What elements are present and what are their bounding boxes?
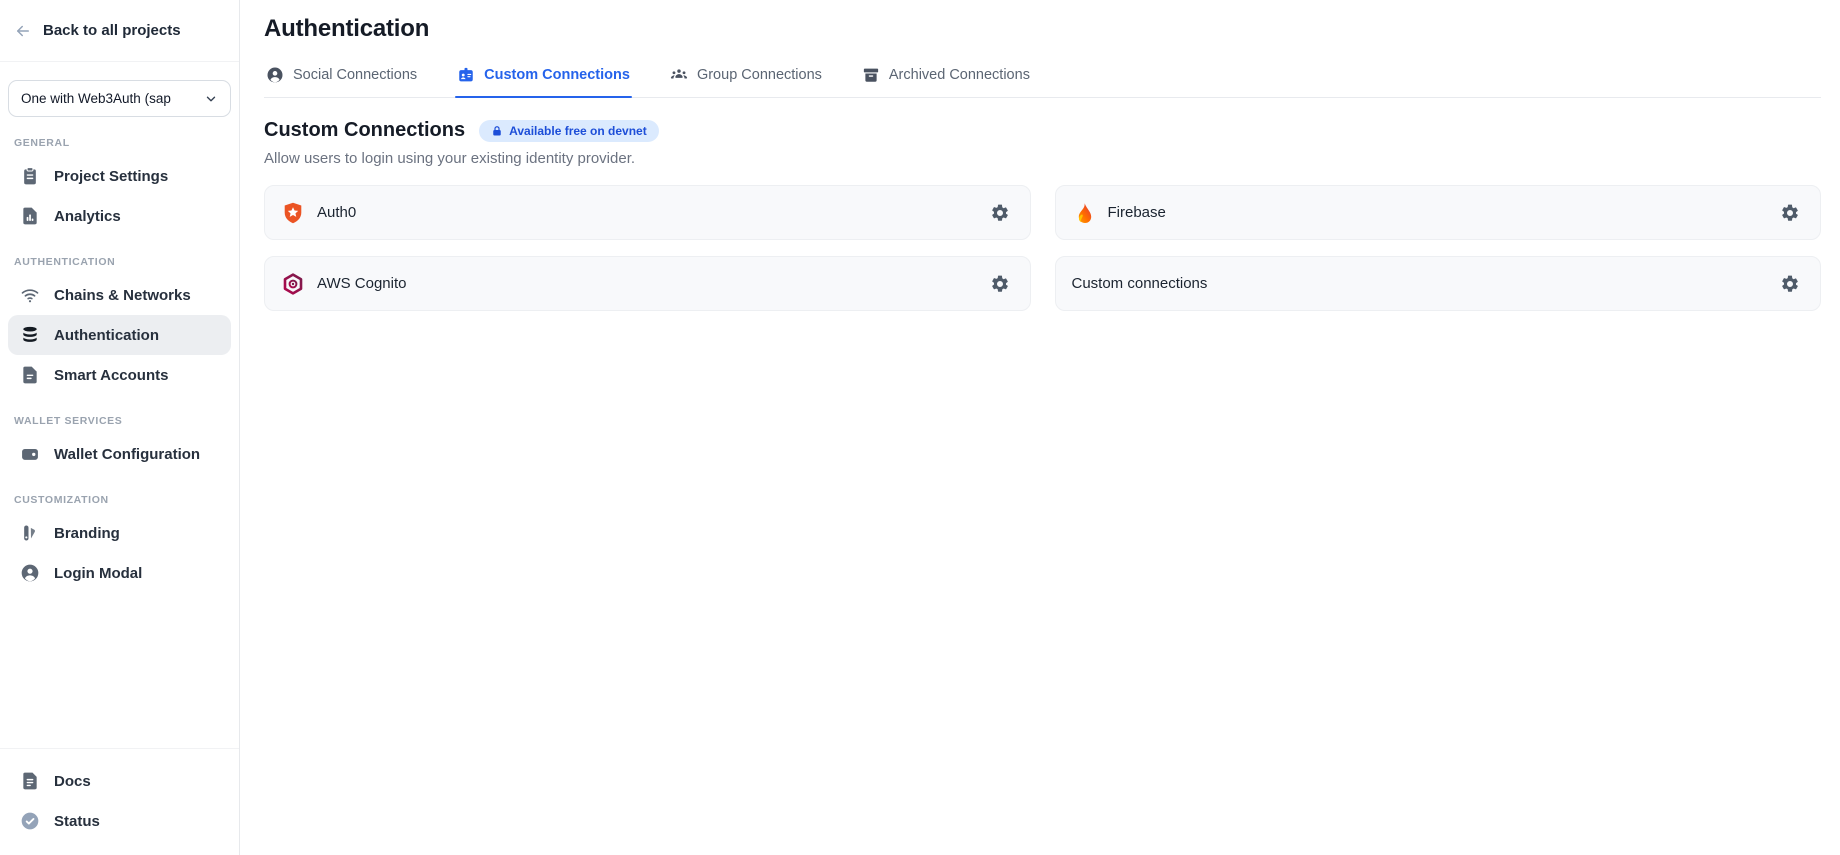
tab-group-connections[interactable]: Group Connections <box>668 64 824 97</box>
sidebar-item-label: Smart Accounts <box>54 367 168 384</box>
tab-label: Custom Connections <box>484 67 630 83</box>
gear-icon <box>990 203 1010 223</box>
connection-card-custom-connections[interactable]: Custom connections <box>1055 256 1822 311</box>
wifi-icon <box>20 285 40 305</box>
sidebar-item-branding[interactable]: Branding <box>8 513 231 553</box>
tab-label: Archived Connections <box>889 67 1030 83</box>
section-heading-row: Custom Connections Available free on dev… <box>264 119 1821 142</box>
sidebar-item-smart-accounts[interactable]: Smart Accounts <box>8 355 231 395</box>
sidebar-item-project-settings[interactable]: Project Settings <box>8 156 231 196</box>
sidebar-section-label-authentication: AUTHENTICATION <box>14 256 225 268</box>
auth0-icon <box>281 201 305 225</box>
sidebar-footer-item-label: Status <box>54 813 100 830</box>
connection-card-label: Firebase <box>1108 204 1166 221</box>
connection-card-firebase[interactable]: Firebase <box>1055 185 1822 240</box>
back-to-projects-link[interactable]: Back to all projects <box>43 22 181 39</box>
sidebar-item-wallet-configuration[interactable]: Wallet Configuration <box>8 434 231 474</box>
database-icon <box>20 325 40 345</box>
person-circle-icon <box>266 66 284 84</box>
sidebar-item-authentication[interactable]: Authentication <box>8 315 231 355</box>
sidebar-section-label-customization: CUSTOMIZATION <box>14 494 225 506</box>
file-icon <box>20 365 40 385</box>
sidebar-nav: GENERAL Project Settings Analytics AUTHENTI… <box>8 137 231 593</box>
lock-icon <box>491 125 503 137</box>
connection-card-label: AWS Cognito <box>317 275 406 292</box>
section-description: Allow users to login using your existing… <box>264 150 1821 167</box>
sidebar-item-label: Authentication <box>54 327 159 344</box>
sidebar-body: One with Web3Auth (sap GENERAL Project Se… <box>0 62 239 748</box>
sidebar-section-label-general: GENERAL <box>14 137 225 149</box>
aws-cognito-icon <box>281 272 305 296</box>
sidebar-item-label: Project Settings <box>54 168 168 185</box>
devnet-badge: Available free on devnet <box>479 120 659 142</box>
gear-icon <box>1780 203 1800 223</box>
tab-label: Group Connections <box>697 67 822 83</box>
sidebar: Back to all projects One with Web3Auth (… <box>0 0 240 855</box>
page-title: Authentication <box>264 15 1821 43</box>
sidebar-footer-item-status[interactable]: Status <box>8 801 231 841</box>
firebase-icon <box>1072 201 1096 225</box>
analytics-icon <box>20 206 40 226</box>
back-arrow-icon <box>14 22 32 40</box>
tab-label: Social Connections <box>293 67 417 83</box>
sidebar-item-label: Wallet Configuration <box>54 446 200 463</box>
tab-bar: Social Connections Custom Connections Grou… <box>264 64 1821 98</box>
app-root: Back to all projects One with Web3Auth (… <box>0 0 1840 855</box>
connection-card-label: Custom connections <box>1072 275 1208 292</box>
clipboard-icon <box>20 166 40 186</box>
main-content: Authentication Social Connections Custom … <box>240 0 1840 855</box>
sidebar-item-label: Login Modal <box>54 565 142 582</box>
wallet-icon <box>20 444 40 464</box>
card-settings-button[interactable] <box>986 199 1014 227</box>
connection-card-aws-cognito[interactable]: AWS Cognito <box>264 256 1031 311</box>
branding-icon <box>20 523 40 543</box>
tab-archived-connections[interactable]: Archived Connections <box>860 64 1032 97</box>
archive-icon <box>862 66 880 84</box>
project-selector-value: One with Web3Auth (sap <box>21 91 198 106</box>
connection-card-auth0[interactable]: Auth0 <box>264 185 1031 240</box>
sidebar-footer-item-label: Docs <box>54 773 91 790</box>
sidebar-section-label-wallet-services: WALLET SERVICES <box>14 415 225 427</box>
tab-custom-connections[interactable]: Custom Connections <box>455 64 632 97</box>
sidebar-item-analytics[interactable]: Analytics <box>8 196 231 236</box>
sidebar-footer-item-docs[interactable]: Docs <box>8 761 231 801</box>
check-circle-icon <box>20 811 40 831</box>
sidebar-header: Back to all projects <box>0 0 239 62</box>
custom-connections-section: Custom Connections Available free on dev… <box>264 98 1821 311</box>
card-settings-button[interactable] <box>986 270 1014 298</box>
devnet-badge-label: Available free on devnet <box>509 124 647 138</box>
gear-icon <box>990 274 1010 294</box>
sidebar-item-chains-networks[interactable]: Chains & Networks <box>8 275 231 315</box>
gear-icon <box>1780 274 1800 294</box>
chevron-down-icon <box>204 92 218 106</box>
project-selector[interactable]: One with Web3Auth (sap <box>8 80 231 117</box>
sidebar-item-label: Chains & Networks <box>54 287 191 304</box>
tab-social-connections[interactable]: Social Connections <box>264 64 419 97</box>
id-badge-icon <box>457 66 475 84</box>
sidebar-item-login-modal[interactable]: Login Modal <box>8 553 231 593</box>
section-heading: Custom Connections <box>264 119 465 142</box>
sidebar-item-label: Analytics <box>54 208 121 225</box>
sidebar-item-label: Branding <box>54 525 120 542</box>
user-circle-icon <box>20 563 40 583</box>
connection-cards-grid: Auth0 Firebase AWS Cognito Custom connectio… <box>264 185 1821 311</box>
sidebar-footer: Docs Status <box>0 748 239 855</box>
group-icon <box>670 66 688 84</box>
card-settings-button[interactable] <box>1776 199 1804 227</box>
card-settings-button[interactable] <box>1776 270 1804 298</box>
doc-icon <box>20 771 40 791</box>
connection-card-label: Auth0 <box>317 204 356 221</box>
